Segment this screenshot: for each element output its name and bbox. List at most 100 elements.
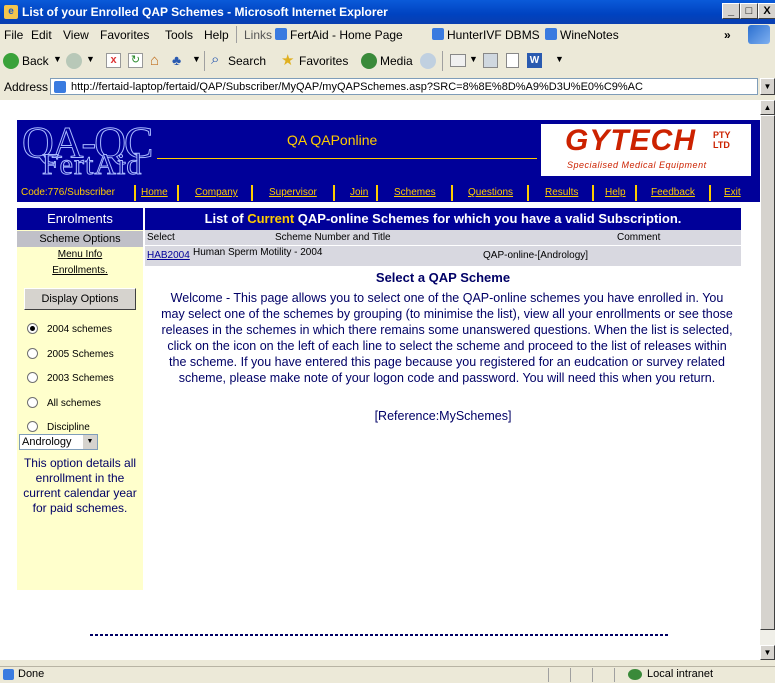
- scheme-code-link[interactable]: HAB2004: [147, 246, 190, 266]
- favorites-button[interactable]: Favorites: [299, 54, 348, 68]
- nav-join[interactable]: Join: [350, 187, 368, 198]
- subscriber-code: Code:776/Subscriber: [21, 187, 115, 198]
- print-icon[interactable]: [483, 53, 498, 68]
- scheme-comment: QAP-online-[Andrology]: [483, 250, 589, 261]
- history-clock-icon[interactable]: [420, 53, 436, 69]
- enrollments-link[interactable]: Enrollments.: [17, 265, 143, 276]
- menu-info-link[interactable]: Menu Info: [17, 249, 143, 260]
- radio-label-2004: 2004 schemes: [47, 324, 113, 335]
- minimize-button[interactable]: _: [722, 3, 740, 19]
- radio-label-2003: 2003 Schemes: [47, 373, 114, 384]
- menu-divider: [236, 26, 237, 43]
- mail-dropdown-icon[interactable]: ▼: [469, 54, 478, 64]
- radio-discipline[interactable]: [27, 421, 38, 432]
- menu-help[interactable]: Help: [204, 28, 229, 42]
- toolbar-divider: [442, 51, 443, 71]
- refresh-icon[interactable]: ↻: [128, 53, 143, 68]
- link-hunterivf[interactable]: HunterIVF DBMS: [447, 28, 540, 42]
- back-arrow-icon[interactable]: [3, 53, 19, 69]
- search-icon[interactable]: ⌕: [211, 51, 219, 68]
- status-bar: Done Local intranet: [0, 666, 775, 683]
- link-page-icon: [432, 28, 444, 40]
- menu-edit[interactable]: Edit: [31, 28, 52, 42]
- windows-flag-icon: [748, 25, 770, 44]
- nav-bar: Code:776/Subscriber Home Company Supervi…: [17, 184, 760, 202]
- history-icon[interactable]: ♣: [172, 52, 181, 68]
- radio-2005-schemes[interactable]: [27, 348, 38, 359]
- ie-logo-icon: e: [4, 5, 18, 19]
- heading-suffix: QAP-online Schemes for which you have a …: [297, 211, 682, 226]
- fertaid-logo: FertAid: [41, 148, 143, 181]
- nav-separator: [635, 185, 637, 201]
- radio-label-2005: 2005 Schemes: [47, 349, 114, 360]
- nav-company[interactable]: Company: [195, 187, 238, 198]
- link-fertaid-home[interactable]: FertAid - Home Page: [290, 28, 403, 42]
- nav-help[interactable]: Help: [605, 187, 626, 198]
- scroll-down-icon[interactable]: ▼: [760, 645, 775, 660]
- scroll-up-icon[interactable]: ▲: [760, 100, 775, 115]
- scroll-thumb[interactable]: [760, 115, 775, 630]
- maximize-button[interactable]: □: [740, 3, 758, 19]
- vertical-scrollbar[interactable]: ▲ ▼: [760, 100, 775, 660]
- forward-arrow-icon[interactable]: [66, 53, 82, 69]
- menu-file[interactable]: File: [4, 28, 23, 42]
- status-divider: [570, 668, 571, 682]
- radio-2004-schemes[interactable]: [27, 323, 38, 334]
- status-divider: [548, 668, 549, 682]
- mail-icon[interactable]: [450, 54, 466, 67]
- nav-home[interactable]: Home: [141, 187, 168, 198]
- links-overflow-button[interactable]: »: [724, 28, 731, 42]
- page-icon: [54, 81, 66, 93]
- window-title-bar: e List of your Enrolled QAP Schemes - Mi…: [0, 0, 775, 24]
- media-icon[interactable]: [361, 53, 377, 69]
- schemes-heading: List of Current QAP-online Schemes for w…: [145, 208, 741, 230]
- search-button[interactable]: Search: [228, 54, 266, 68]
- scheme-title: Human Sperm Motility - 2004: [193, 247, 323, 258]
- nav-exit[interactable]: Exit: [724, 187, 741, 198]
- edit-page-icon[interactable]: [506, 53, 519, 68]
- display-options-button[interactable]: Display Options: [24, 288, 136, 310]
- history-dropdown-icon[interactable]: ▼: [192, 54, 201, 64]
- radio-all-schemes[interactable]: [27, 397, 38, 408]
- home-icon[interactable]: ⌂: [150, 52, 159, 69]
- nav-schemes[interactable]: Schemes: [394, 187, 436, 198]
- banner-rule: [157, 158, 537, 159]
- address-dropdown-icon[interactable]: ▼: [760, 78, 775, 95]
- link-winenotes[interactable]: WineNotes: [560, 28, 619, 42]
- close-button[interactable]: X: [758, 3, 775, 19]
- sidebar-heading: Enrolments: [17, 208, 143, 230]
- security-zone: Local intranet: [647, 668, 714, 680]
- nav-results[interactable]: Results: [545, 187, 578, 198]
- status-divider: [614, 668, 615, 682]
- table-row: HAB2004 Human Sperm Motility - 2004 QAP-…: [145, 246, 741, 266]
- back-dropdown-icon[interactable]: ▼: [53, 54, 62, 64]
- nav-supervisor[interactable]: Supervisor: [269, 187, 317, 198]
- media-button[interactable]: Media: [380, 54, 413, 68]
- welcome-text: Welcome - This page allows you to select…: [161, 291, 733, 385]
- nav-separator: [451, 185, 453, 201]
- nav-separator: [177, 185, 179, 201]
- favorites-star-icon[interactable]: ★: [281, 51, 294, 69]
- col-comment: Comment: [617, 232, 661, 243]
- discipline-select[interactable]: Andrology ▼: [19, 434, 98, 450]
- status-text: Done: [18, 668, 45, 680]
- address-label: Address: [4, 80, 49, 94]
- heading-prefix: List of: [204, 211, 244, 226]
- word-icon[interactable]: W: [527, 53, 542, 68]
- menu-favorites[interactable]: Favorites: [100, 28, 149, 42]
- address-input[interactable]: http://fertaid-laptop/fertaid/QAP/Subscr…: [50, 78, 758, 95]
- radio-2003-schemes[interactable]: [27, 372, 38, 383]
- forward-dropdown-icon[interactable]: ▼: [86, 54, 95, 64]
- nav-separator: [527, 185, 529, 201]
- menu-tools[interactable]: Tools: [165, 28, 193, 42]
- back-button[interactable]: Back: [22, 54, 49, 68]
- word-dropdown-icon[interactable]: ▼: [555, 54, 564, 64]
- nav-separator: [333, 185, 335, 201]
- chevron-down-icon[interactable]: ▼: [83, 435, 97, 449]
- nav-feedback[interactable]: Feedback: [651, 187, 695, 198]
- stop-icon[interactable]: x: [106, 53, 121, 68]
- page-done-icon: [3, 669, 14, 680]
- discipline-value: Andrology: [22, 436, 72, 448]
- menu-view[interactable]: View: [63, 28, 89, 42]
- nav-questions[interactable]: Questions: [468, 187, 513, 198]
